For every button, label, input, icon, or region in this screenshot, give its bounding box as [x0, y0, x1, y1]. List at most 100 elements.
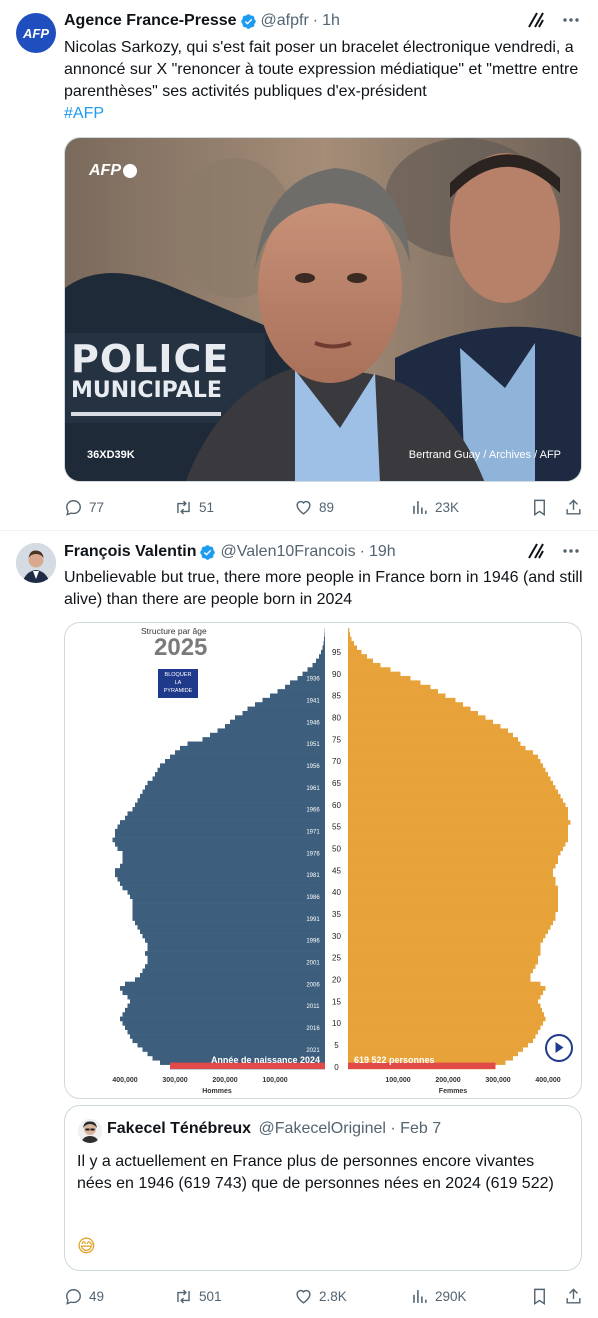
men-bar: [277, 689, 325, 694]
repost-button[interactable]: 501: [174, 1287, 294, 1306]
women-bar: [348, 772, 548, 777]
tweet-afp[interactable]: AFP Agence France-Presse @afpfr · 1h Nic…: [0, 0, 598, 530]
avatar-valentin[interactable]: [16, 543, 56, 583]
men-bar: [117, 846, 325, 851]
hashtag-link[interactable]: #AFP: [64, 103, 584, 125]
men-bar: [112, 837, 325, 843]
men-bar: [322, 645, 325, 651]
women-bar: [348, 737, 518, 742]
birth-year-label: 1981: [306, 873, 320, 879]
author-name[interactable]: Agence France-Presse: [64, 12, 237, 30]
women-bar: [348, 628, 350, 633]
reply-button[interactable]: 49: [64, 1287, 174, 1306]
women-bar: [348, 1029, 538, 1035]
men-bar: [217, 728, 325, 734]
repost-button[interactable]: 51: [174, 498, 294, 517]
timestamp[interactable]: 19h: [369, 543, 396, 561]
afp-watermark-text: AFP: [89, 162, 121, 179]
women-bar: [348, 632, 350, 638]
men-bar: [140, 929, 325, 934]
quote-author-handle[interactable]: @FakecelOriginel: [259, 1120, 386, 1137]
quote-timestamp[interactable]: Feb 7: [400, 1120, 441, 1137]
women-bar: [348, 841, 566, 847]
left-axis-tick: 400,000: [112, 1077, 137, 1084]
dot-separator: ·: [390, 1120, 396, 1137]
more-options-icon[interactable]: [562, 11, 580, 29]
men-bar: [125, 1007, 325, 1013]
women-bar: [348, 868, 553, 873]
women-bar: [348, 745, 526, 751]
age-tick-label: 45: [332, 866, 341, 875]
men-bar: [130, 894, 325, 900]
birth-year-label: 2021: [306, 1048, 320, 1054]
author-handle[interactable]: @Valen10Francois: [220, 543, 355, 561]
timestamp[interactable]: 1h: [322, 12, 340, 30]
right-axis-tick: 100,000: [385, 1077, 410, 1084]
women-bar: [348, 872, 553, 878]
age-tick-label: 25: [332, 954, 341, 963]
play-button[interactable]: [545, 1034, 573, 1062]
like-count: 2.8K: [319, 1288, 347, 1304]
views-button[interactable]: 23K: [410, 498, 530, 517]
repost-count: 51: [199, 499, 215, 515]
tweet-text: Unbelievable but true, there more people…: [64, 569, 583, 608]
women-bar: [348, 933, 546, 939]
quote-avatar-portrait: [78, 1119, 102, 1143]
quoted-tweet[interactable]: Fakecel Ténébreux @FakecelOriginel · Feb…: [64, 1105, 582, 1271]
men-bar: [145, 951, 325, 956]
tweet-valentin[interactable]: François Valentin @Valen10Francois · 19h…: [0, 531, 598, 1318]
photo-illustration: [65, 138, 581, 481]
photo-credit: Bertrand Guay / Archives / AFP: [408, 449, 561, 461]
author-name[interactable]: François Valentin: [64, 543, 196, 561]
age-tick-label: 70: [332, 757, 341, 766]
grok-icon[interactable]: [526, 10, 546, 30]
share-button[interactable]: [564, 1287, 583, 1306]
age-tick-label: 80: [332, 714, 341, 723]
women-bar: [348, 710, 478, 716]
women-bar: [348, 855, 558, 860]
tweet-text: Nicolas Sarkozy, qui s'est fait poser un…: [64, 37, 584, 125]
age-tick-label: 5: [334, 1041, 339, 1050]
heart-icon: [296, 500, 311, 515]
more-options-icon[interactable]: [562, 542, 580, 560]
men-bar: [122, 1012, 325, 1017]
tweet-photo[interactable]: AFP POLICE MUNICIPALE 36XD39K Bertrand G…: [64, 137, 582, 482]
grok-icon[interactable]: [526, 541, 546, 561]
women-bar: [348, 758, 541, 764]
repost-count: 501: [199, 1288, 222, 1304]
like-button[interactable]: 2.8K: [294, 1287, 410, 1306]
men-bar: [202, 737, 325, 742]
population-pyramid-image[interactable]: Année de naissance 2024 619 522 personnes…: [64, 622, 582, 1099]
men-bar: [137, 798, 325, 803]
quote-author-name[interactable]: Fakecel Ténébreux: [107, 1120, 251, 1137]
views-button[interactable]: 290K: [410, 1287, 530, 1306]
author-handle[interactable]: @afpfr: [261, 12, 309, 30]
men-bar: [125, 815, 325, 821]
men-bar: [307, 667, 325, 672]
women-bar: [348, 785, 556, 790]
men-bar: [132, 911, 325, 917]
men-bar: [316, 658, 325, 664]
men-bar: [122, 859, 325, 865]
bookmark-button[interactable]: [530, 498, 564, 517]
avatar-afp[interactable]: AFP: [16, 13, 56, 53]
verified-badge-icon: [240, 13, 256, 29]
quote-avatar[interactable]: [78, 1119, 102, 1143]
women-bar: [348, 955, 538, 961]
age-tick-label: 85: [332, 692, 341, 701]
men-bar: [302, 671, 325, 677]
women-bar: [348, 697, 456, 703]
women-bar: [348, 876, 556, 882]
men-bar: [120, 863, 325, 869]
birth-year-label: 2011: [307, 1004, 321, 1010]
women-bar: [348, 793, 561, 799]
reply-button[interactable]: 77: [64, 498, 174, 517]
women-bar: [348, 715, 486, 720]
bookmark-button[interactable]: [530, 1287, 564, 1306]
share-button[interactable]: [564, 498, 583, 517]
like-button[interactable]: 89: [294, 498, 410, 517]
men-bar: [142, 933, 325, 939]
women-bar: [348, 798, 563, 803]
women-bar: [348, 828, 568, 834]
share-icon: [566, 498, 581, 515]
